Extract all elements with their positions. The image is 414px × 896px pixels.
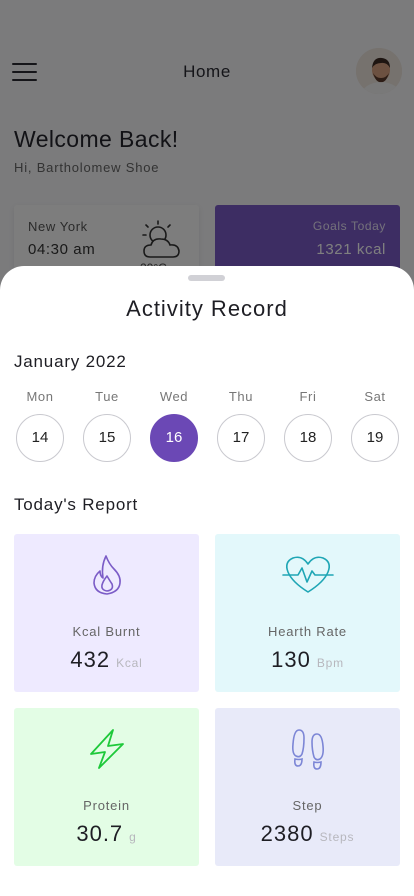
stat-value: 2380 (260, 821, 314, 846)
day-name: Fri (299, 389, 317, 404)
steps-card[interactable]: Step 2380 Steps (215, 708, 400, 866)
flame-icon (14, 554, 199, 596)
day-date: 15 (83, 414, 131, 462)
day-date: 16 (150, 414, 198, 462)
footprints-icon (215, 728, 400, 770)
day-date: 17 (217, 414, 265, 462)
day-name: Tue (95, 389, 119, 404)
day-date: 14 (16, 414, 64, 462)
day-picker-mon[interactable]: Mon 14 (14, 390, 66, 462)
month-label: January 2022 (14, 352, 127, 371)
protein-card[interactable]: Protein 30.7 g (14, 708, 199, 866)
heart-rate-card[interactable]: Hearth Rate 130 Bpm (215, 534, 400, 692)
stat-label: Step (292, 798, 323, 813)
day-date: 18 (284, 414, 332, 462)
stat-value-row: 432 Kcal (14, 647, 199, 673)
day-picker-thu[interactable]: Thu 17 (215, 390, 267, 462)
day-picker-sat[interactable]: Sat 19 (349, 390, 401, 462)
day-name: Wed (159, 389, 189, 404)
day-picker-wed[interactable]: Wed 16 (148, 390, 200, 462)
day-name: Sat (364, 389, 386, 404)
day-date: 19 (351, 414, 399, 462)
stat-unit: Steps (319, 830, 355, 844)
stat-label: Kcal Burnt (72, 624, 141, 639)
stat-value: 432 (70, 647, 111, 672)
stat-value-row: 30.7 g (14, 821, 199, 847)
day-name: Mon (26, 389, 54, 404)
sheet-title: Activity Record (126, 296, 288, 321)
day-picker-fri[interactable]: Fri 18 (282, 390, 334, 462)
stat-value: 30.7 (76, 821, 124, 846)
day-picker-tue[interactable]: Tue 15 (81, 390, 133, 462)
activity-record-sheet: Activity Record January 2022 Mon 14 Tue … (0, 266, 414, 896)
lightning-icon (14, 728, 199, 770)
drag-handle[interactable] (188, 275, 225, 281)
report-label: Today's Report (14, 495, 139, 514)
stat-value-row: 2380 Steps (215, 821, 400, 847)
stat-label: Hearth Rate (268, 624, 347, 639)
stat-value-row: 130 Bpm (215, 647, 400, 673)
stat-unit: Kcal (116, 656, 143, 670)
kcal-card[interactable]: Kcal Burnt 432 Kcal (14, 534, 199, 692)
heart-pulse-icon (215, 554, 400, 596)
stat-unit: g (129, 830, 137, 844)
day-name: Thu (228, 389, 254, 404)
stat-value: 130 (271, 647, 311, 672)
stat-label: Protein (83, 798, 130, 813)
stat-unit: Bpm (316, 656, 344, 670)
